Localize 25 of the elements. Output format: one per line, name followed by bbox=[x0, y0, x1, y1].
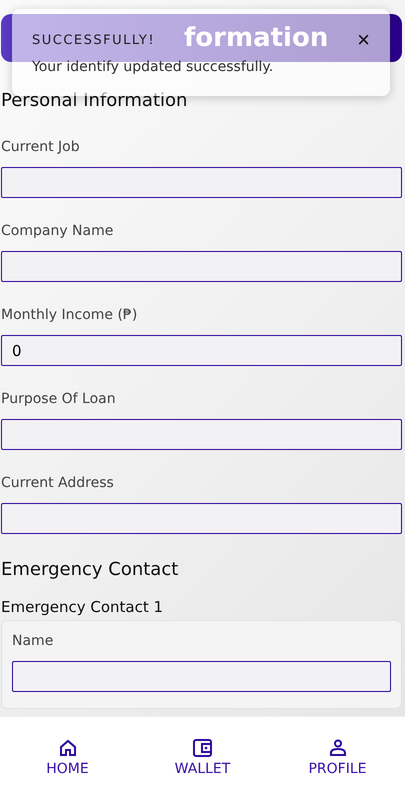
input-field[interactable] bbox=[1, 167, 402, 198]
home-icon bbox=[58, 739, 76, 757]
field-label: Company Name bbox=[1, 223, 114, 239]
section-heading: Emergency Contact bbox=[1, 559, 180, 580]
nav-tab[interactable]: WALLET bbox=[148, 738, 258, 778]
header-title: formation bbox=[184, 23, 328, 53]
input-field[interactable] bbox=[1, 503, 402, 534]
input-field[interactable] bbox=[1, 251, 402, 282]
field-label: Name bbox=[12, 633, 54, 649]
field-label: Purpose Of Loan bbox=[1, 391, 117, 407]
contact-title: Emergency Contact 1 bbox=[1, 598, 164, 616]
input-field[interactable]: 0 bbox=[1, 335, 402, 366]
section-heading: Personal Information bbox=[1, 90, 188, 111]
close-button[interactable]: × bbox=[357, 29, 370, 51]
person-icon bbox=[328, 739, 346, 757]
toast-title: SUCCESSFULLY! bbox=[32, 32, 156, 48]
field-label: Current Job bbox=[1, 139, 81, 155]
nav-tab[interactable]: PROFILE bbox=[282, 738, 392, 778]
toast-message: Your identify updated successfully. bbox=[32, 59, 274, 75]
input-field[interactable] bbox=[12, 661, 391, 692]
field-label: Monthly Income (₱) bbox=[1, 307, 138, 323]
nav-tab[interactable]: HOME bbox=[12, 738, 122, 778]
wallet-icon bbox=[192, 739, 212, 757]
input-field[interactable] bbox=[1, 419, 402, 450]
field-label: Current Address bbox=[1, 475, 115, 491]
